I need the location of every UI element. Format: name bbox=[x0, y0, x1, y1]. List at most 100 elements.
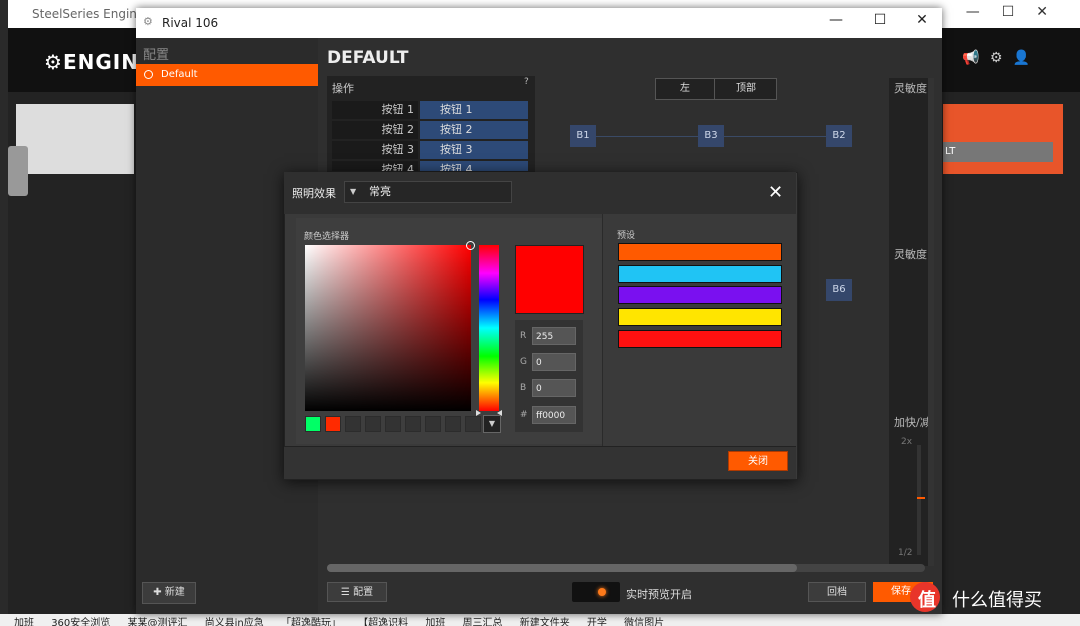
vertical-scrollbar[interactable] bbox=[928, 78, 934, 566]
saturation-value-area[interactable] bbox=[305, 245, 471, 411]
device-thumbnail-right[interactable]: LT bbox=[943, 104, 1063, 174]
header-icons[interactable]: 📢 ⚙ 👤 bbox=[962, 50, 1030, 66]
acceleration-slider[interactable] bbox=[917, 445, 921, 555]
megaphone-icon[interactable]: 📢 bbox=[962, 50, 979, 66]
new-config-label: 新建 bbox=[164, 587, 185, 598]
operation-row: 按钮 3 按钮 3 bbox=[332, 141, 528, 159]
taskbar-item[interactable]: 尚义县in应急 bbox=[205, 618, 264, 626]
recent-swatch[interactable] bbox=[305, 416, 321, 432]
page-title: DEFAULT bbox=[327, 48, 409, 68]
empty-swatch[interactable] bbox=[465, 416, 481, 432]
close-button[interactable]: ✕ bbox=[912, 12, 932, 28]
taskbar-item[interactable]: 加班 bbox=[425, 618, 445, 626]
list-icon: ☰ bbox=[340, 587, 354, 598]
button-marker-b2[interactable]: B2 bbox=[826, 125, 852, 147]
empty-swatch[interactable] bbox=[385, 416, 401, 432]
live-preview-toggle[interactable] bbox=[572, 582, 620, 602]
axis-label-max: 2x bbox=[901, 437, 913, 447]
preset-orange[interactable] bbox=[618, 243, 782, 261]
config-button[interactable]: ☰ 配置 bbox=[327, 582, 387, 602]
axis-label-min: 1/2 bbox=[898, 548, 913, 558]
dialog-close-icon[interactable]: ✕ bbox=[768, 182, 783, 203]
color-picker-label: 颜色选择器 bbox=[304, 232, 350, 242]
background-window-controls[interactable]: —☐✕ bbox=[966, 4, 1070, 20]
user-icon[interactable]: 👤 bbox=[1013, 50, 1030, 66]
empty-swatch[interactable] bbox=[445, 416, 461, 432]
hex-input[interactable]: ff0000 bbox=[532, 406, 576, 424]
hue-handle[interactable] bbox=[476, 406, 502, 416]
sidebar-item-default[interactable]: Default bbox=[136, 64, 318, 86]
taskbar-item[interactable]: 某某@测评汇 bbox=[127, 618, 187, 626]
background-scroll-handle[interactable] bbox=[8, 146, 28, 196]
close-dialog-button[interactable]: 关闭 bbox=[728, 451, 788, 471]
operation-row: 按钮 4 按钮 4 bbox=[332, 161, 528, 171]
button-marker-b3[interactable]: B3 bbox=[698, 125, 724, 147]
preset-cyan[interactable] bbox=[618, 265, 782, 283]
minimize-button[interactable]: — bbox=[826, 12, 846, 28]
divider bbox=[602, 214, 603, 446]
taskbar-item[interactable]: 360安全浏览 bbox=[51, 618, 110, 626]
empty-swatch[interactable] bbox=[425, 416, 441, 432]
operation-binding[interactable]: 按钮 4 bbox=[420, 161, 528, 171]
button-marker-b6[interactable]: B6 bbox=[826, 279, 852, 301]
operation-binding[interactable]: 按钮 3 bbox=[420, 141, 528, 159]
help-icon[interactable]: ? bbox=[524, 77, 529, 87]
preset-yellow[interactable] bbox=[618, 308, 782, 326]
tab-left[interactable]: 左 bbox=[656, 79, 715, 99]
maximize-button[interactable]: ☐ bbox=[870, 12, 890, 28]
operation-row: 按钮 2 按钮 2 bbox=[332, 121, 528, 139]
steelseries-icon: ⚙ bbox=[143, 15, 153, 28]
watermark: 值 什么值得买 bbox=[906, 580, 1080, 620]
connector-line bbox=[596, 136, 698, 137]
operation-binding[interactable]: 按钮 1 bbox=[420, 101, 528, 119]
taskbar-item[interactable]: 「超逸酷玩」 bbox=[281, 618, 341, 626]
lighting-effect-select[interactable]: ▼ 常亮 bbox=[344, 181, 512, 203]
taskbar-item[interactable]: 加班 bbox=[14, 618, 34, 626]
operations-label: 操作 bbox=[332, 82, 354, 95]
operation-binding[interactable]: 按钮 2 bbox=[420, 121, 528, 139]
hue-slider[interactable] bbox=[479, 245, 499, 411]
sidebar-header: 配置 bbox=[143, 48, 170, 63]
empty-swatch[interactable] bbox=[345, 416, 361, 432]
sidebar-item-label: Default bbox=[161, 69, 198, 80]
watermark-logo-icon: 值 bbox=[910, 582, 940, 612]
operation-name: 按钮 3 bbox=[332, 141, 418, 159]
toggle-knob bbox=[598, 588, 606, 596]
sensitivity-label: 灵敏度 bbox=[894, 82, 927, 95]
revert-button[interactable]: 回档 bbox=[808, 582, 866, 602]
device-thumbnail-left[interactable] bbox=[16, 104, 134, 174]
new-config-button[interactable]: ✚ 新建 bbox=[142, 582, 196, 604]
red-input[interactable]: 255 bbox=[532, 327, 576, 345]
b-label: B bbox=[520, 383, 527, 393]
operation-name: 按钮 4 bbox=[332, 161, 418, 171]
swatch-dropdown-icon[interactable]: ▼ bbox=[483, 415, 501, 433]
color-cursor[interactable] bbox=[466, 241, 475, 250]
recent-swatch[interactable] bbox=[325, 416, 341, 432]
operation-name: 按钮 1 bbox=[332, 101, 418, 119]
scrollbar-thumb[interactable] bbox=[327, 564, 797, 572]
tab-top[interactable]: 顶部 bbox=[716, 79, 776, 99]
taskbar-item[interactable]: 微信图片 bbox=[624, 618, 664, 626]
empty-swatch[interactable] bbox=[365, 416, 381, 432]
preset-purple[interactable] bbox=[618, 286, 782, 304]
lighting-effect-value: 常亮 bbox=[369, 185, 391, 198]
taskbar-item[interactable]: 开学 bbox=[587, 618, 607, 626]
button-marker-b1[interactable]: B1 bbox=[570, 125, 596, 147]
plus-icon: ✚ bbox=[153, 587, 165, 598]
preset-red[interactable] bbox=[618, 330, 782, 348]
taskbar-item[interactable]: 新建文件夹 bbox=[520, 618, 570, 626]
empty-swatch[interactable] bbox=[405, 416, 421, 432]
slider-handle[interactable] bbox=[917, 497, 925, 499]
taskbar-item[interactable]: 周三汇总 bbox=[463, 618, 503, 626]
watermark-text: 什么值得买 bbox=[952, 590, 1042, 611]
green-input[interactable]: 0 bbox=[532, 353, 576, 371]
blue-input[interactable]: 0 bbox=[532, 379, 576, 397]
horizontal-scrollbar[interactable] bbox=[327, 564, 925, 572]
taskbar-item[interactable]: 【超逸识料 bbox=[358, 618, 408, 626]
window-title: Rival 106 bbox=[162, 16, 219, 30]
r-label: R bbox=[520, 331, 527, 341]
chevron-down-icon: ▼ bbox=[350, 187, 357, 196]
acceleration-label: 加快/减 bbox=[894, 416, 931, 429]
gear-icon[interactable]: ⚙ bbox=[990, 50, 1003, 66]
operation-name: 按钮 2 bbox=[332, 121, 418, 139]
